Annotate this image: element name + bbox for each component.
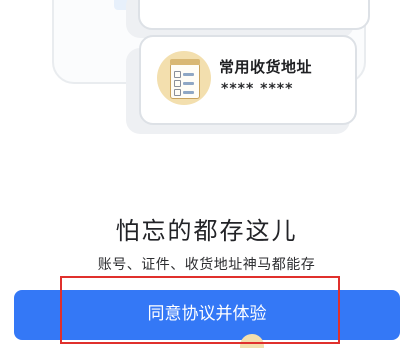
- checkbox-mark: [174, 71, 181, 78]
- checkbox-mark: [174, 89, 181, 96]
- list-line: [183, 82, 194, 85]
- card-masked-value: **** ****: [221, 81, 294, 97]
- top-card: [138, 0, 370, 30]
- checkbox-mark: [174, 80, 181, 87]
- card-title: 常用收货地址: [219, 58, 313, 76]
- list-line: [183, 73, 194, 76]
- address-card: 常用收货地址 **** ****: [139, 35, 357, 125]
- list-line: [183, 91, 194, 94]
- page-title: 怕忘的都存这儿: [115, 217, 298, 245]
- agree-and-continue-button[interactable]: 同意协议并体验: [14, 290, 400, 340]
- page-subtitle: 账号、证件、收货地址神马都能存: [97, 257, 316, 273]
- paper-icon-top: [170, 59, 200, 65]
- address-list-icon: [157, 51, 211, 105]
